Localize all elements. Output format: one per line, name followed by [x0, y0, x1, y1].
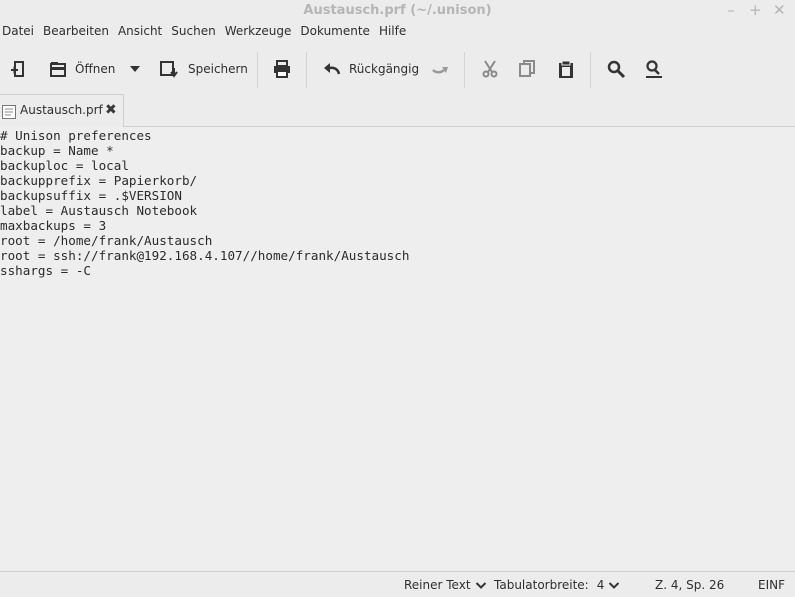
open-label: Öffnen [75, 62, 116, 76]
close-window-button[interactable]: ✕ [773, 1, 786, 19]
chevron-down-icon [475, 582, 486, 589]
undo-button[interactable]: Rückgängig [322, 57, 419, 81]
window-title: Austausch.prf (~/.unison) [303, 3, 492, 18]
maximize-button[interactable]: + [749, 1, 762, 19]
copy-button[interactable] [517, 57, 537, 81]
tab-width-label: Tabulatorbreite: [494, 578, 589, 592]
menu-ansicht[interactable]: Ansicht [116, 24, 165, 42]
editor-line: backupsuffix = .$VERSION [0, 188, 182, 203]
toolbar-separator [590, 52, 591, 88]
tab-bar: Austausch.prf ✖ [0, 92, 795, 127]
open-button[interactable]: Öffnen [48, 57, 115, 81]
tab-width-selector[interactable]: Tabulatorbreite: 4 [494, 578, 620, 592]
language-selector[interactable]: Reiner Text [404, 578, 487, 592]
editor-line: sshargs = -C [0, 263, 91, 278]
undo-icon [324, 63, 341, 75]
menu-bearbeiten[interactable]: Bearbeiten [41, 24, 112, 42]
title-bar: Austausch.prf (~/.unison) – + ✕ [0, 0, 795, 22]
editor-line: root = /home/frank/Austausch [0, 233, 213, 248]
insert-mode-indicator: EINF [758, 578, 785, 592]
text-document-icon [2, 105, 16, 119]
print-button[interactable] [272, 57, 292, 81]
editor-line: label = Austausch Notebook [0, 203, 198, 218]
minimize-button[interactable]: – [725, 1, 737, 19]
language-label: Reiner Text [404, 578, 471, 592]
cursor-position-text: Z. 4, Sp. 26 [655, 578, 725, 592]
search-icon [607, 60, 626, 79]
insert-mode-text: EINF [758, 578, 785, 592]
menu-datei[interactable]: Datei [0, 24, 37, 42]
menu-hilfe[interactable]: Hilfe [377, 24, 409, 42]
menu-suchen[interactable]: Suchen [169, 24, 218, 42]
editor-line: backupprefix = Papierkorb/ [0, 173, 198, 188]
menu-bar: Datei Bearbeiten Ansicht Suchen Werkzeug… [0, 24, 413, 42]
redo-button[interactable] [430, 57, 450, 81]
text-editor[interactable]: # Unison preferences backup = Name * bac… [0, 127, 795, 570]
save-button[interactable]: Speichern [159, 57, 248, 81]
editor-line: root = ssh://frank@192.168.4.107//home/f… [0, 248, 410, 263]
scissors-icon [482, 60, 498, 78]
search-replace-icon [646, 60, 662, 78]
chevron-down-icon [609, 582, 620, 589]
menu-dokumente[interactable]: Dokumente [298, 24, 373, 42]
open-file-icon [50, 62, 66, 77]
tab-width-value: 4 [596, 578, 605, 592]
printer-icon [274, 60, 290, 78]
save-icon [160, 61, 178, 78]
paste-button[interactable] [556, 57, 576, 81]
status-bar: Reiner Text Tabulatorbreite: 4 Z. 4, Sp.… [0, 571, 795, 597]
editor-line: backuploc = local [0, 158, 129, 173]
undo-label: Rückgängig [349, 62, 420, 76]
tab-close-button[interactable]: ✖ [105, 102, 117, 118]
copy-icon [519, 60, 535, 77]
new-document-icon [11, 61, 24, 77]
tab-austausch-prf[interactable]: Austausch.prf ✖ [0, 94, 124, 127]
search-button[interactable] [606, 57, 626, 81]
recent-files-dropdown[interactable] [128, 57, 142, 81]
toolbar-separator [257, 52, 258, 88]
search-replace-button[interactable] [644, 57, 664, 81]
chevron-down-icon [130, 66, 140, 72]
editor-line: backup = Name * [0, 143, 114, 158]
tab-label: Austausch.prf [20, 103, 103, 117]
new-document-button[interactable] [9, 57, 29, 81]
toolbar-separator [306, 52, 307, 88]
clipboard-icon [559, 60, 573, 78]
cursor-position: Z. 4, Sp. 26 [655, 578, 724, 592]
editor-content[interactable]: # Unison preferences backup = Name * bac… [0, 128, 409, 278]
menu-werkzeuge[interactable]: Werkzeuge [223, 24, 295, 42]
editor-line: # Unison preferences [0, 128, 152, 143]
cut-button[interactable] [480, 57, 500, 81]
save-label: Speichern [188, 62, 248, 76]
toolbar-separator [464, 52, 465, 88]
redo-icon [432, 67, 448, 74]
editor-line: maxbackups = 3 [0, 218, 107, 233]
toolbar: Öffnen Speichern Rückgängig [0, 48, 795, 90]
